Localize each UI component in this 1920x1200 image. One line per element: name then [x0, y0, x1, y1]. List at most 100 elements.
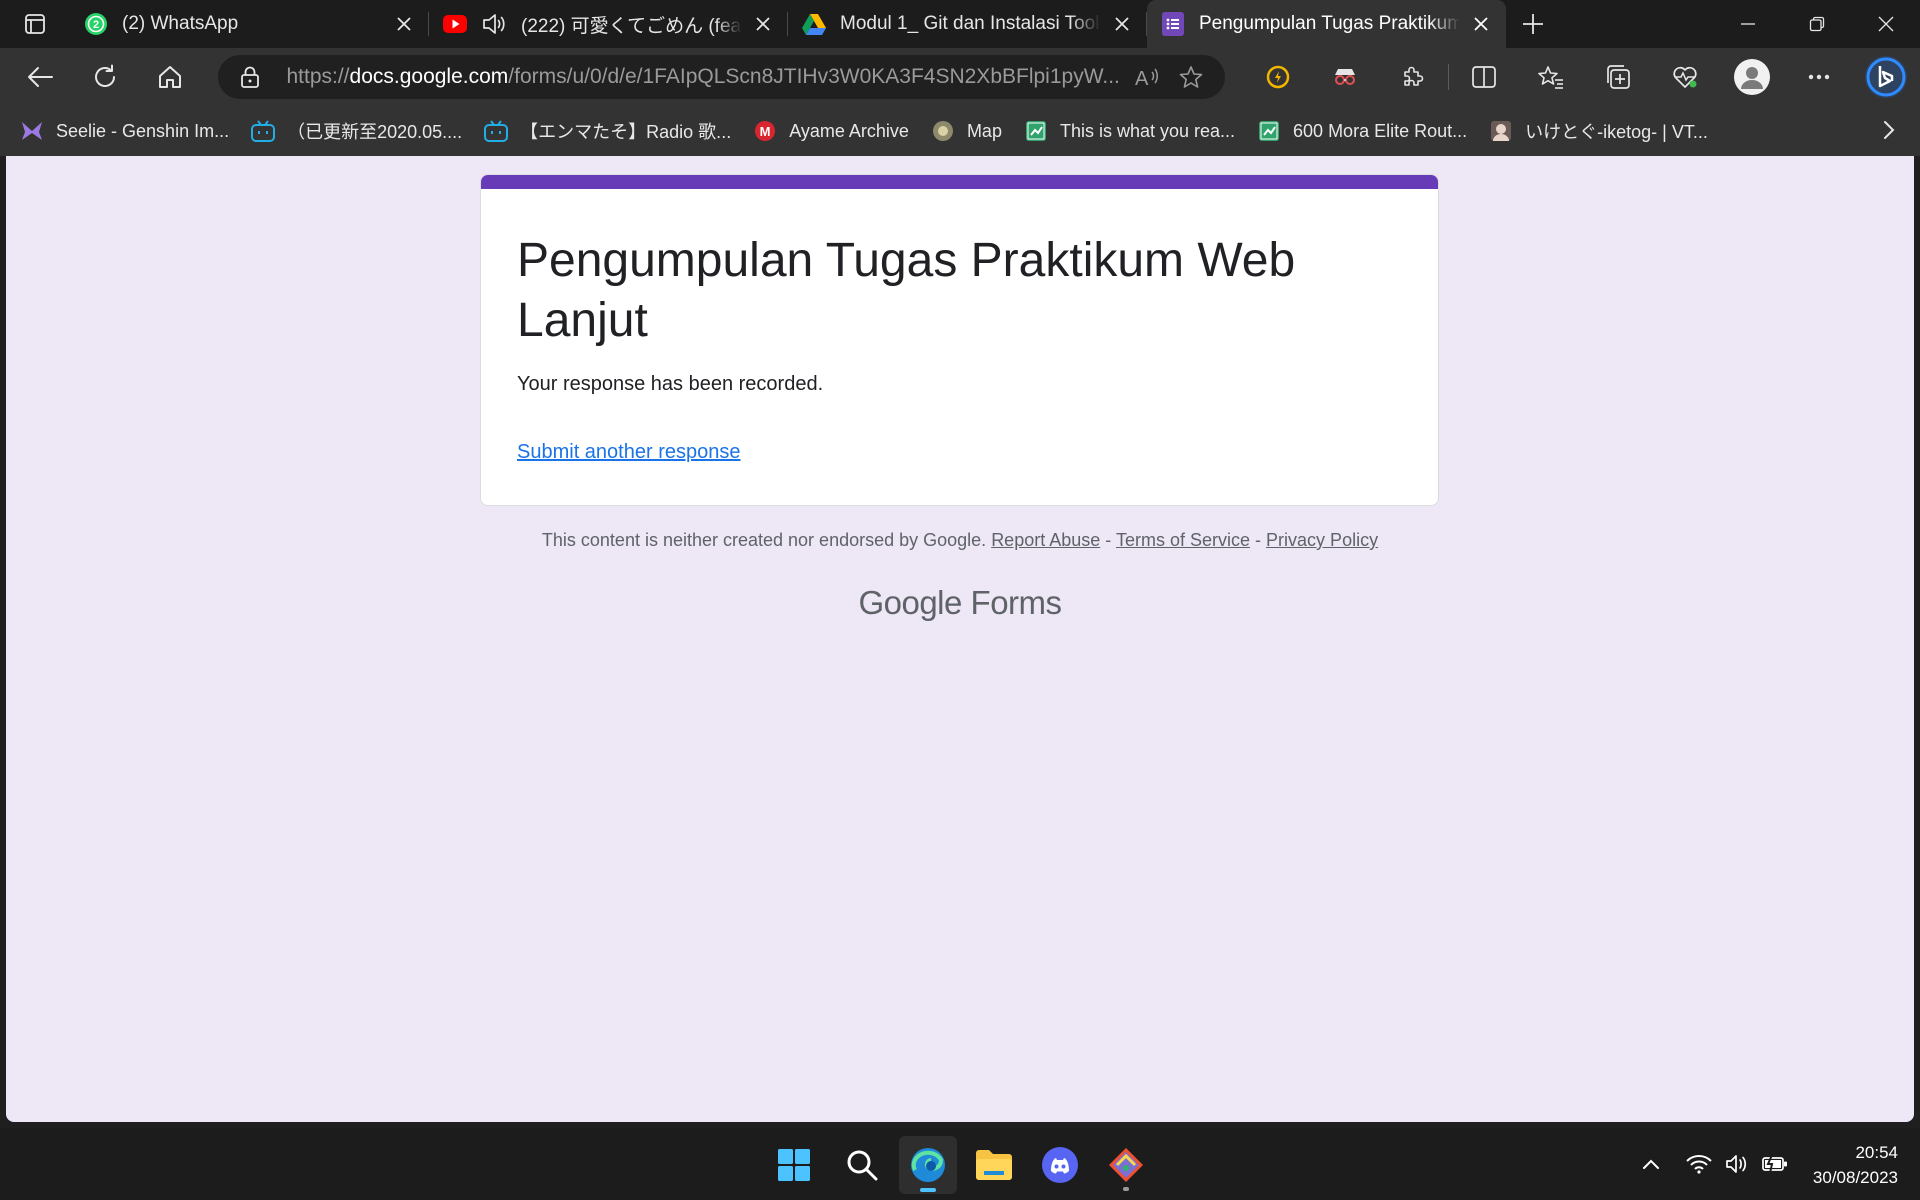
lock-icon[interactable] — [240, 65, 266, 89]
read-aloud-icon[interactable]: A — [1125, 66, 1169, 88]
tab-title: Pengumpulan Tugas Praktikum Web Lanjut — [1199, 13, 1460, 34]
speaker-icon[interactable] — [481, 12, 507, 36]
bookmark-iketog[interactable]: いけとぐ-iketog- | VT... — [1489, 118, 1708, 144]
bookmark-label: Seelie - Genshin Im... — [56, 120, 230, 141]
volume-status[interactable] — [1718, 1154, 1756, 1174]
restore-icon — [1809, 16, 1824, 32]
ayame-icon: M — [753, 119, 777, 143]
close-icon[interactable] — [1111, 13, 1133, 35]
search-icon — [847, 1150, 878, 1181]
bookmark-bilibili-1[interactable]: （已更新至2020.05.... — [251, 118, 462, 144]
restore-button[interactable] — [1782, 0, 1851, 48]
extensions-area — [1245, 48, 1920, 106]
google-forms-logo[interactable]: Google Forms — [6, 584, 1914, 622]
home-button[interactable] — [138, 48, 203, 106]
active-indicator — [920, 1188, 936, 1192]
collections-button[interactable] — [1585, 48, 1652, 106]
form-accent-bar — [481, 175, 1438, 189]
bookmark-map[interactable]: Map — [931, 119, 1002, 143]
bookmark-bilibili-2[interactable]: 【エンマたそ】Radio 歌... — [484, 118, 731, 144]
back-arrow-icon — [28, 67, 54, 87]
tab-google-forms[interactable]: Pengumpulan Tugas Praktikum Web Lanjut — [1147, 0, 1506, 48]
settings-menu-button[interactable] — [1786, 48, 1853, 106]
extension-coin-button[interactable] — [1245, 48, 1312, 106]
tab-actions-icon — [25, 14, 45, 34]
show-hidden-icons-button[interactable] — [1626, 1158, 1676, 1170]
bing-chat-button[interactable] — [1853, 48, 1920, 106]
taskbar-file-explorer[interactable] — [965, 1136, 1023, 1194]
toolbar-separator — [1447, 64, 1449, 90]
more-dots-icon — [1809, 74, 1830, 80]
svg-text:2: 2 — [93, 19, 99, 31]
bookmark-sheet-2[interactable]: 600 Mora Elite Rout... — [1257, 119, 1467, 143]
taskbar-search-button[interactable] — [833, 1136, 891, 1194]
terms-of-service-link[interactable]: Terms of Service — [1116, 530, 1250, 550]
favorites-button[interactable] — [1518, 48, 1585, 106]
tab-whatsapp[interactable]: 2 (2) WhatsApp — [70, 0, 429, 48]
close-icon[interactable] — [1470, 13, 1492, 35]
bookmark-label: いけとぐ-iketog- | VT... — [1525, 122, 1708, 142]
wifi-status[interactable] — [1680, 1154, 1718, 1174]
coin-icon — [1267, 65, 1290, 89]
disclaimer-text: This content is neither created nor endo… — [541, 530, 987, 550]
edge-icon — [911, 1148, 945, 1182]
battery-charging-icon — [1762, 1155, 1787, 1173]
wifi-icon — [1686, 1155, 1712, 1174]
svg-text:M: M — [760, 124, 771, 139]
bookmark-sheet-1[interactable]: This is what you rea... — [1024, 119, 1235, 143]
tab-google-drive[interactable]: Modul 1_ Git dan Instalasi Tools.pdf — [788, 0, 1147, 48]
discord-icon — [1042, 1147, 1078, 1183]
seelie-icon — [20, 119, 44, 143]
browser-essentials-button[interactable] — [1652, 48, 1719, 106]
taskbar-edge[interactable] — [899, 1136, 957, 1194]
taskbar-git-gui[interactable] — [1097, 1136, 1155, 1194]
url-text[interactable]: https://docs.google.com/forms/u/0/d/e/1F… — [286, 65, 1125, 89]
close-icon — [1878, 16, 1893, 32]
whatsapp-icon: 2 — [84, 12, 108, 36]
collections-icon — [1607, 65, 1631, 89]
taskbar-discord[interactable] — [1031, 1136, 1089, 1194]
chevron-right-icon — [1884, 121, 1895, 139]
avatar-icon — [1489, 119, 1513, 143]
split-screen-button[interactable] — [1451, 48, 1518, 106]
sheet-icon — [1257, 119, 1281, 143]
close-icon[interactable] — [393, 13, 415, 35]
address-bar[interactable]: https://docs.google.com/forms/u/0/d/e/1F… — [218, 55, 1225, 99]
tab-actions-button[interactable] — [0, 0, 70, 48]
browser-toolbar: https://docs.google.com/forms/u/0/d/e/1F… — [0, 48, 1920, 106]
close-icon[interactable] — [752, 13, 774, 35]
privacy-policy-link[interactable]: Privacy Policy — [1266, 530, 1378, 550]
close-window-button[interactable] — [1851, 0, 1920, 48]
minimize-button[interactable] — [1713, 0, 1782, 48]
battery-status[interactable] — [1756, 1155, 1794, 1173]
new-tab-button[interactable] — [1506, 0, 1560, 48]
submit-another-response-link[interactable]: Submit another response — [517, 441, 740, 464]
clock[interactable]: 20:54 30/08/2023 — [1813, 1140, 1898, 1190]
chevron-up-icon — [1643, 1159, 1659, 1169]
confirmation-message: Your response has been recorded. — [517, 373, 824, 395]
extension-spy-button[interactable] — [1312, 48, 1379, 106]
favorite-star-icon[interactable] — [1169, 65, 1213, 89]
split-screen-icon — [1472, 66, 1497, 88]
system-tray — [1626, 1128, 1794, 1200]
bookmark-label: This is what you rea... — [1059, 120, 1236, 141]
bookmark-ayame-archive[interactable]: M Ayame Archive — [753, 119, 909, 143]
tab-youtube[interactable]: (222) 可愛くてごめん (feat. かぴ — [429, 0, 788, 48]
extensions-button[interactable] — [1379, 48, 1446, 106]
google-drive-icon — [802, 12, 826, 36]
youtube-icon — [443, 12, 467, 36]
bing-icon — [1865, 56, 1908, 98]
heart-pulse-icon — [1673, 66, 1698, 88]
profile-button[interactable] — [1719, 48, 1786, 106]
map-icon — [931, 119, 955, 143]
back-button[interactable] — [8, 48, 73, 106]
start-button[interactable] — [765, 1136, 823, 1194]
separator: - — [1255, 530, 1262, 550]
page-content: Pengumpulan Tugas Praktikum Web Lanjut Y… — [6, 156, 1914, 1122]
bookmarks-overflow-button[interactable] — [1882, 119, 1896, 146]
bookmark-seelie[interactable]: Seelie - Genshin Im... — [20, 119, 229, 143]
minimize-icon — [1740, 23, 1755, 25]
separator: - — [1105, 530, 1112, 550]
refresh-button[interactable] — [73, 48, 138, 106]
report-abuse-link[interactable]: Report Abuse — [991, 530, 1100, 550]
